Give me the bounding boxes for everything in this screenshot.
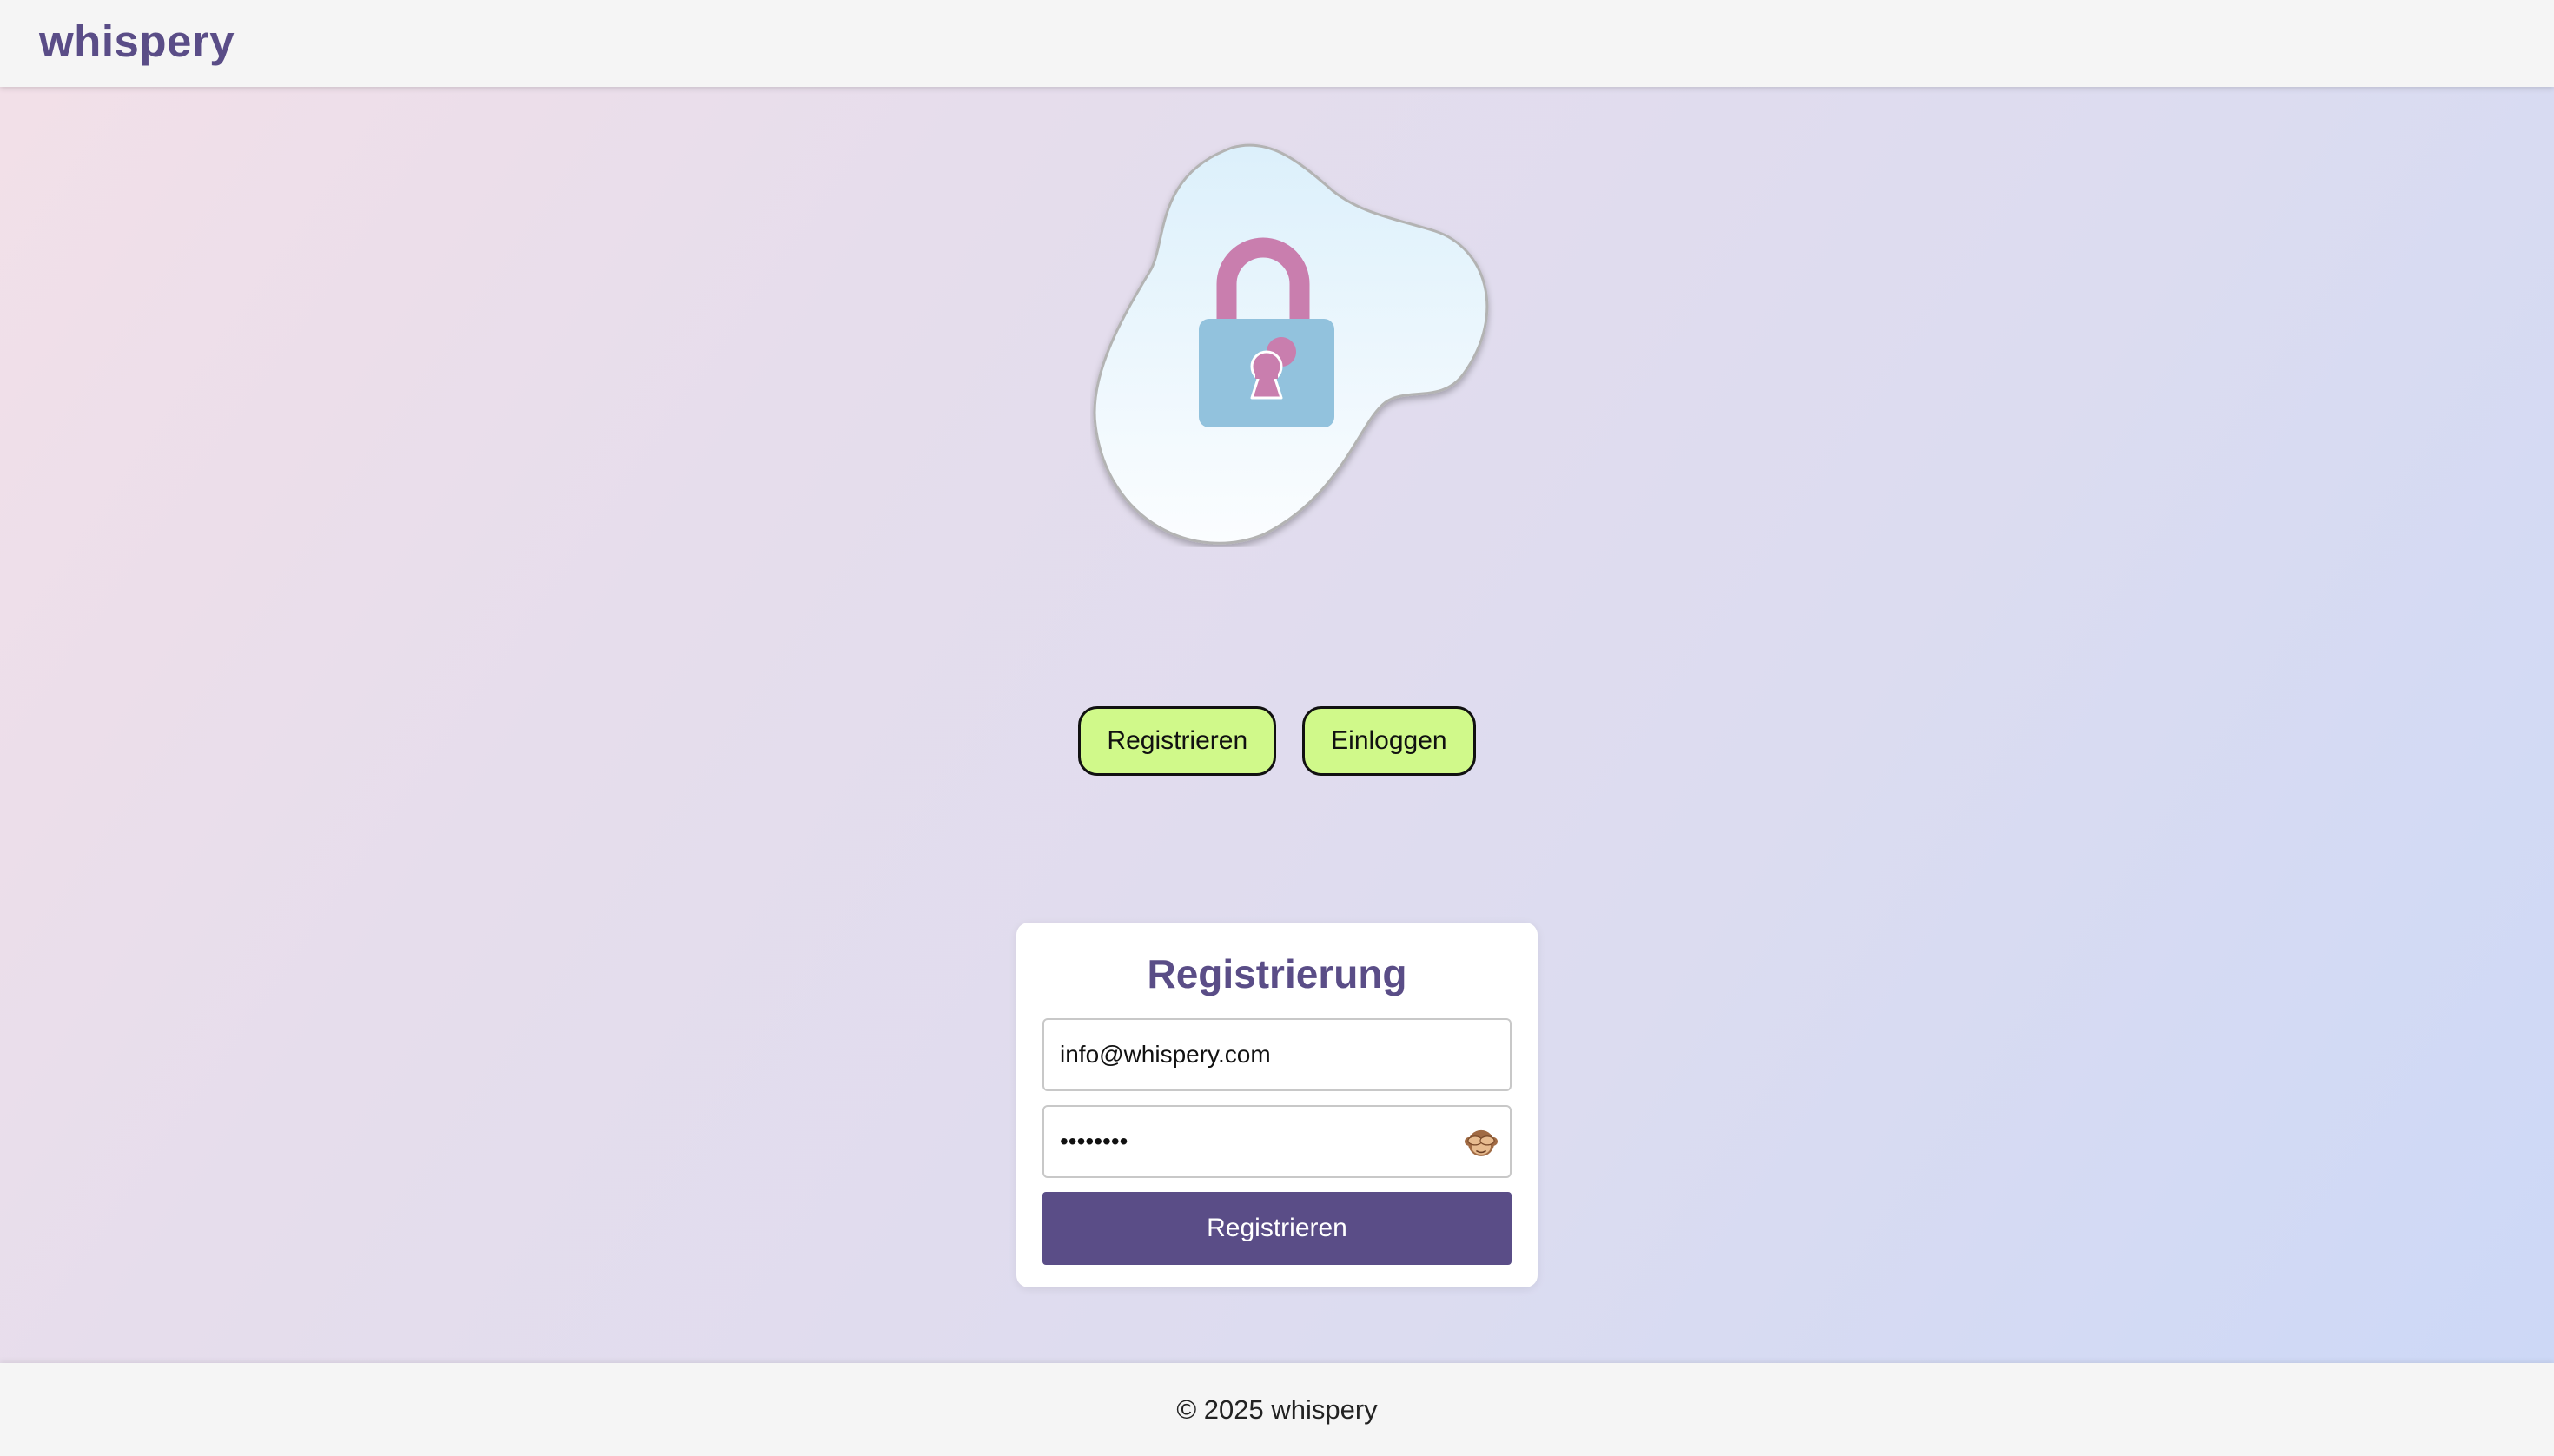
top-header: whispery <box>0 0 2554 87</box>
auth-mode-toggle: Registrieren Einloggen <box>0 706 2554 776</box>
footer-copyright: © 2025 whispery <box>1176 1394 1378 1425</box>
hero-blob-lock-graphic <box>1093 143 1489 545</box>
register-toggle-button[interactable]: Registrieren <box>1078 706 1277 776</box>
password-field-wrapper <box>1042 1105 1512 1178</box>
brand-logo-text[interactable]: whispery <box>39 16 235 68</box>
register-submit-button[interactable]: Registrieren <box>1042 1192 1512 1265</box>
email-field-wrapper <box>1042 1018 1512 1091</box>
password-field[interactable] <box>1044 1107 1510 1176</box>
registration-card: Registrierung Registrieren <box>1016 923 1538 1287</box>
see-no-evil-monkey-icon[interactable] <box>1465 1127 1498 1160</box>
page-footer: © 2025 whispery <box>0 1363 2554 1456</box>
login-toggle-button[interactable]: Einloggen <box>1302 706 1476 776</box>
registration-title: Registrierung <box>1147 951 1407 996</box>
email-field[interactable] <box>1044 1020 1510 1089</box>
hero-illustration <box>1090 139 1507 547</box>
